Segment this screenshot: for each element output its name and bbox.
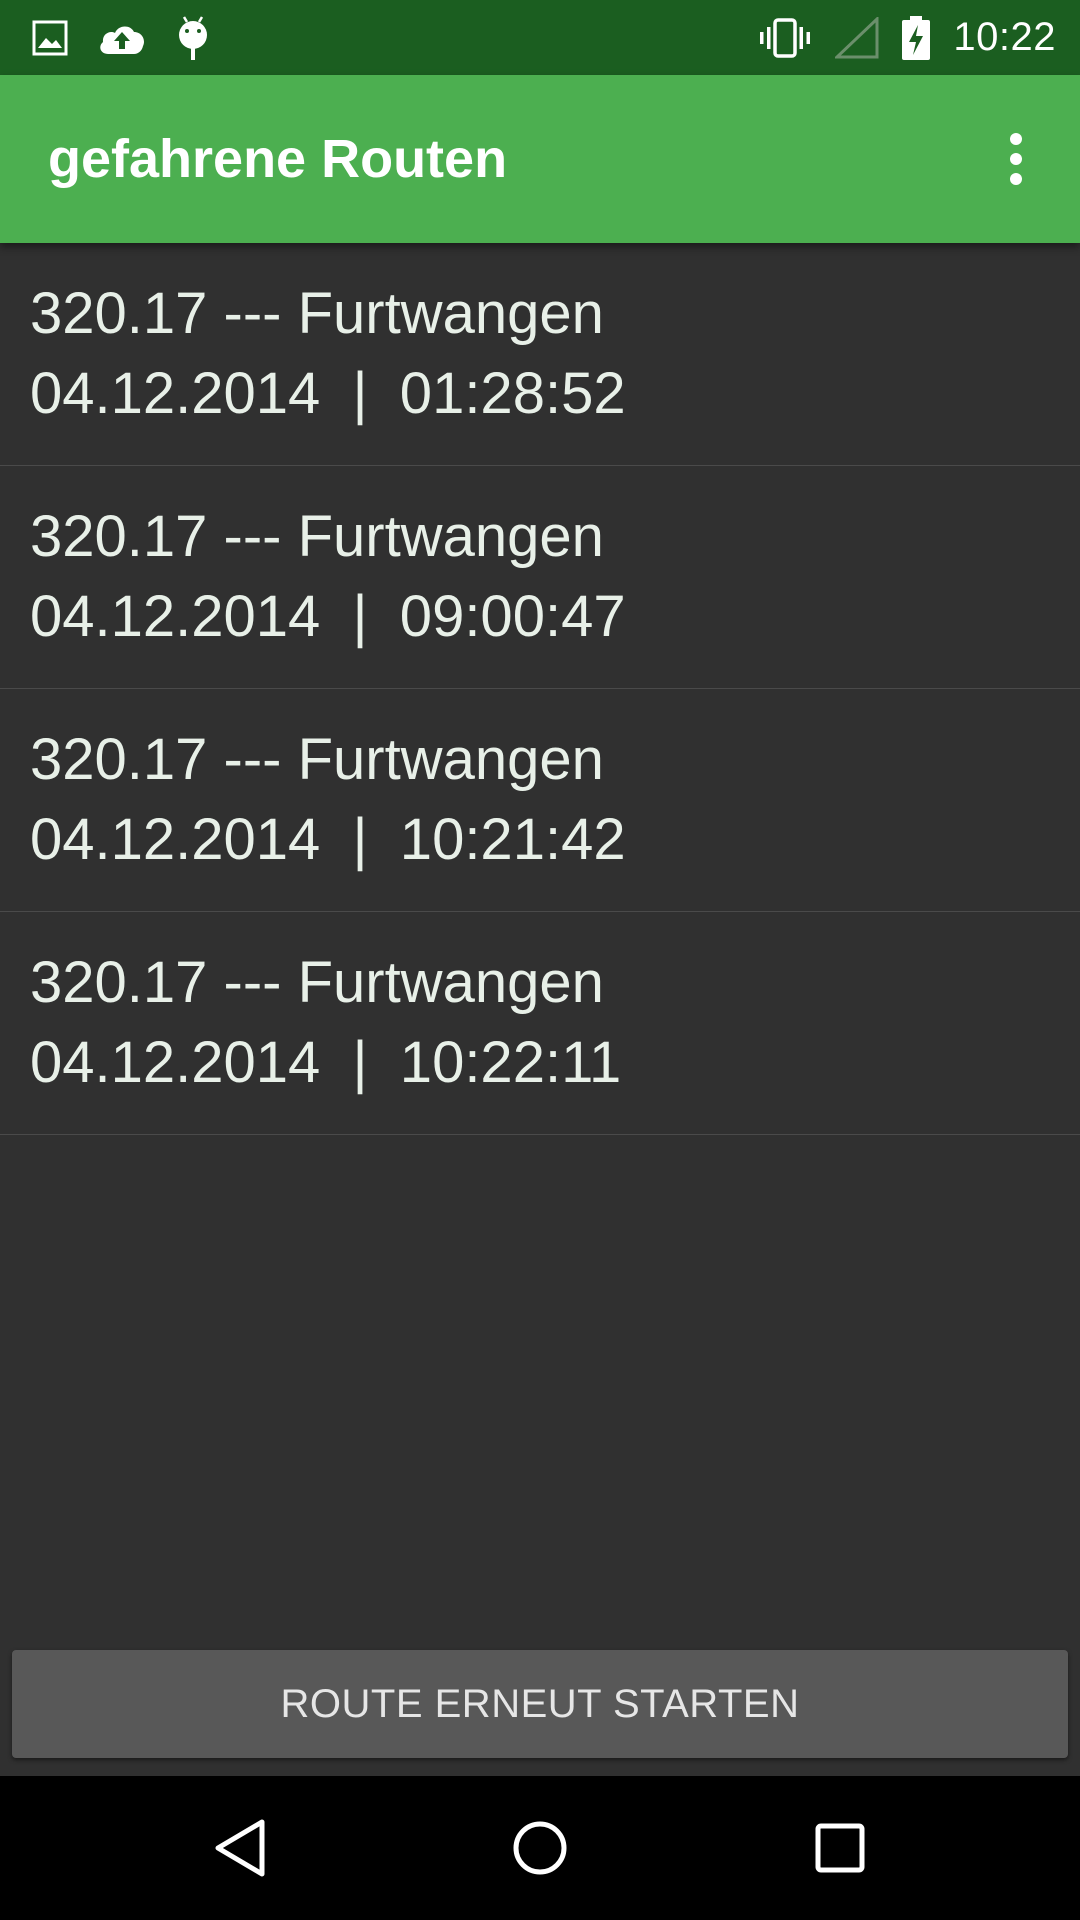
recents-button[interactable] xyxy=(760,1776,920,1920)
route-datetime: 04.12.2014 | 09:00:47 xyxy=(30,584,626,649)
route-datetime: 04.12.2014 | 01:28:52 xyxy=(30,361,626,426)
status-right-icons: 10:22 xyxy=(757,0,1056,75)
route-datetime: 04.12.2014 | 10:22:11 xyxy=(30,1030,622,1095)
app-bar: gefahrene Routen xyxy=(0,75,1080,243)
screen: 10:22 gefahrene Routen 320.17 --- Furtwa… xyxy=(0,0,1080,1920)
route-name: 320.17 --- Furtwangen xyxy=(30,727,604,792)
restart-route-button[interactable]: ROUTE ERNEUT STARTEN xyxy=(12,1650,1068,1758)
status-left-icons xyxy=(32,0,238,75)
vibrate-icon xyxy=(757,17,813,59)
status-time: 10:22 xyxy=(953,15,1056,59)
navigation-bar xyxy=(0,1776,1080,1920)
route-datetime: 04.12.2014 | 10:21:42 xyxy=(30,807,626,872)
image-icon xyxy=(32,20,68,56)
more-vert-icon xyxy=(1010,133,1022,185)
list-item[interactable]: 320.17 --- Furtwangen 04.12.2014 | 10:21… xyxy=(0,689,1080,912)
list-item[interactable]: 320.17 --- Furtwangen 04.12.2014 | 09:00… xyxy=(0,466,1080,689)
signal-icon xyxy=(835,16,879,59)
cloud-upload-icon xyxy=(96,20,148,56)
android-debug-icon xyxy=(176,15,210,61)
route-list: 320.17 --- Furtwangen 04.12.2014 | 01:28… xyxy=(0,243,1080,1135)
recents-icon xyxy=(815,1823,865,1873)
route-name: 320.17 --- Furtwangen xyxy=(30,950,604,1015)
page-title: gefahrene Routen xyxy=(48,129,508,189)
list-item[interactable]: 320.17 --- Furtwangen 04.12.2014 | 10:22… xyxy=(0,912,1080,1135)
route-name: 320.17 --- Furtwangen xyxy=(30,281,604,346)
back-button[interactable] xyxy=(160,1776,320,1920)
overflow-menu-button[interactable] xyxy=(980,119,1052,199)
home-button[interactable] xyxy=(460,1776,620,1920)
back-icon xyxy=(215,1819,265,1877)
home-icon xyxy=(513,1821,567,1875)
battery-charging-icon xyxy=(901,15,931,61)
route-name: 320.17 --- Furtwangen xyxy=(30,504,604,569)
list-item[interactable]: 320.17 --- Furtwangen 04.12.2014 | 01:28… xyxy=(0,243,1080,466)
status-bar: 10:22 xyxy=(0,0,1080,75)
